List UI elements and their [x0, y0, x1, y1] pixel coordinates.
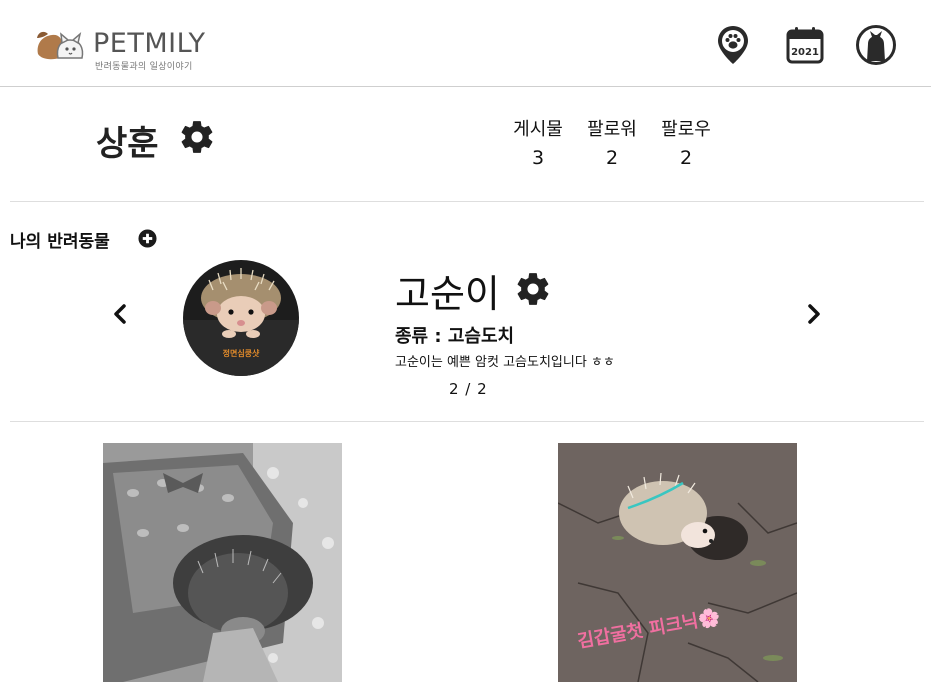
stat-following[interactable]: 팔로우 2 — [651, 115, 721, 169]
pet-name: 고순이 — [395, 272, 500, 316]
stat-posts[interactable]: 게시물 3 — [503, 115, 573, 169]
gear-icon[interactable] — [514, 270, 552, 308]
stat-label: 팔로워 — [587, 119, 637, 140]
avatar-caption: 정면심쿵샷 — [223, 348, 260, 358]
chevron-right-icon — [808, 304, 820, 324]
stat-value: 2 — [605, 147, 619, 169]
post-photo-grayscale — [103, 443, 342, 682]
stat-label: 게시물 — [513, 119, 563, 140]
map-nav-button[interactable] — [712, 24, 754, 66]
my-profile-nav-button[interactable] — [855, 24, 897, 66]
location-paw-icon — [718, 26, 748, 64]
logo-pets-icon — [37, 31, 84, 60]
calendar-year-text: 2021 — [791, 47, 819, 58]
top-header: PETMILY 반려동물과의 일상이야기 2021 — [0, 0, 931, 87]
logo-tagline: 반려동물과의 일상이야기 — [95, 62, 193, 72]
hedgehog-photo: 정면심쿵샷 — [183, 260, 299, 376]
calendar-icon: 2021 — [786, 27, 824, 64]
logo-text: PETMILY — [93, 28, 206, 59]
section-title-my-pets: 나의 반려동물 — [10, 232, 110, 252]
stat-label: 팔로우 — [661, 119, 711, 140]
prev-pet-button[interactable] — [108, 302, 132, 326]
logo[interactable]: PETMILY 반려동물과의 일상이야기 — [34, 26, 234, 72]
cat-avatar-icon — [856, 25, 896, 65]
post-photo-picnic: 김갑굴첫 피크닉🌸 — [558, 443, 797, 682]
pet-species: 종류 : 고슴도치 — [395, 326, 515, 347]
gear-icon[interactable] — [178, 118, 216, 156]
divider — [10, 201, 924, 202]
stat-value: 3 — [531, 147, 545, 169]
post-thumbnail[interactable]: 김갑굴첫 피크닉🌸 — [558, 443, 797, 682]
calendar-nav-button[interactable]: 2021 — [784, 24, 826, 66]
stat-value: 2 — [679, 147, 693, 169]
pet-pager: 2 / 2 — [449, 380, 488, 398]
stat-followers[interactable]: 팔로워 2 — [577, 115, 647, 169]
divider — [10, 421, 924, 422]
next-pet-button[interactable] — [802, 302, 826, 326]
plus-circle-icon[interactable] — [138, 229, 157, 248]
post-thumbnail[interactable] — [103, 443, 342, 682]
pet-description: 고순이는 예쁜 암컷 고슴도치입니다 ㅎㅎ — [395, 355, 615, 370]
chevron-left-icon — [114, 304, 126, 324]
pet-avatar[interactable]: 정면심쿵샷 — [183, 260, 299, 376]
profile-username: 상훈 — [96, 124, 159, 164]
